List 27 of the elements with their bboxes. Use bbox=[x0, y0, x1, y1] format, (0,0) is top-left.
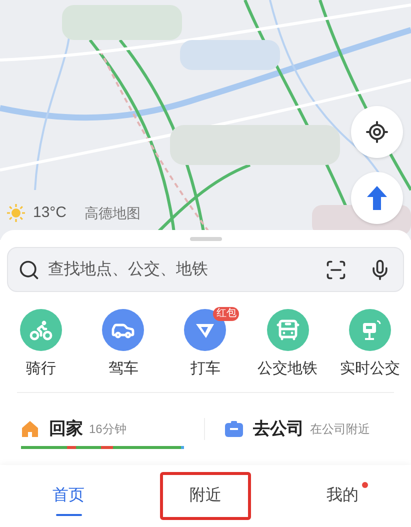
sun-icon bbox=[7, 204, 25, 222]
commute-detail: 在公司附近 bbox=[310, 421, 370, 438]
tab[interactable]: 附近 bbox=[160, 472, 251, 520]
tab[interactable]: 我的 bbox=[297, 472, 388, 520]
shortcut-button[interactable]: 骑行 bbox=[0, 309, 82, 379]
shortcut-button[interactable]: 驾车 bbox=[82, 309, 164, 379]
temperature-text: 13°C bbox=[33, 203, 67, 223]
search-input[interactable]: 查找地点、公交、地铁 bbox=[48, 258, 325, 282]
promo-badge: 红包 bbox=[213, 307, 240, 321]
commute-title[interactable]: 去公司 bbox=[253, 418, 304, 440]
bus-icon bbox=[276, 318, 300, 342]
search-field[interactable]: 查找地点、公交、地铁 bbox=[7, 247, 404, 292]
search-icon bbox=[18, 258, 40, 280]
shortcut-button[interactable]: 实时公交 bbox=[328, 309, 411, 379]
shortcut-button[interactable]: 公交地铁 bbox=[246, 309, 329, 379]
drag-handle[interactable] bbox=[190, 237, 222, 241]
scan-icon[interactable] bbox=[325, 258, 347, 280]
briefcase-icon bbox=[225, 421, 243, 437]
tab[interactable]: 首页 bbox=[23, 472, 114, 520]
house-icon bbox=[21, 420, 39, 438]
locate-icon bbox=[365, 120, 389, 144]
map-logo-text: 高德地图 bbox=[84, 204, 141, 223]
up-arrow-icon bbox=[366, 186, 388, 210]
shortcut-button[interactable]: 红包 打车 bbox=[164, 309, 247, 379]
cyclist-icon bbox=[29, 318, 54, 342]
commute-title[interactable]: 回家 bbox=[49, 418, 83, 440]
commute-detail: 16分钟 bbox=[89, 421, 126, 438]
